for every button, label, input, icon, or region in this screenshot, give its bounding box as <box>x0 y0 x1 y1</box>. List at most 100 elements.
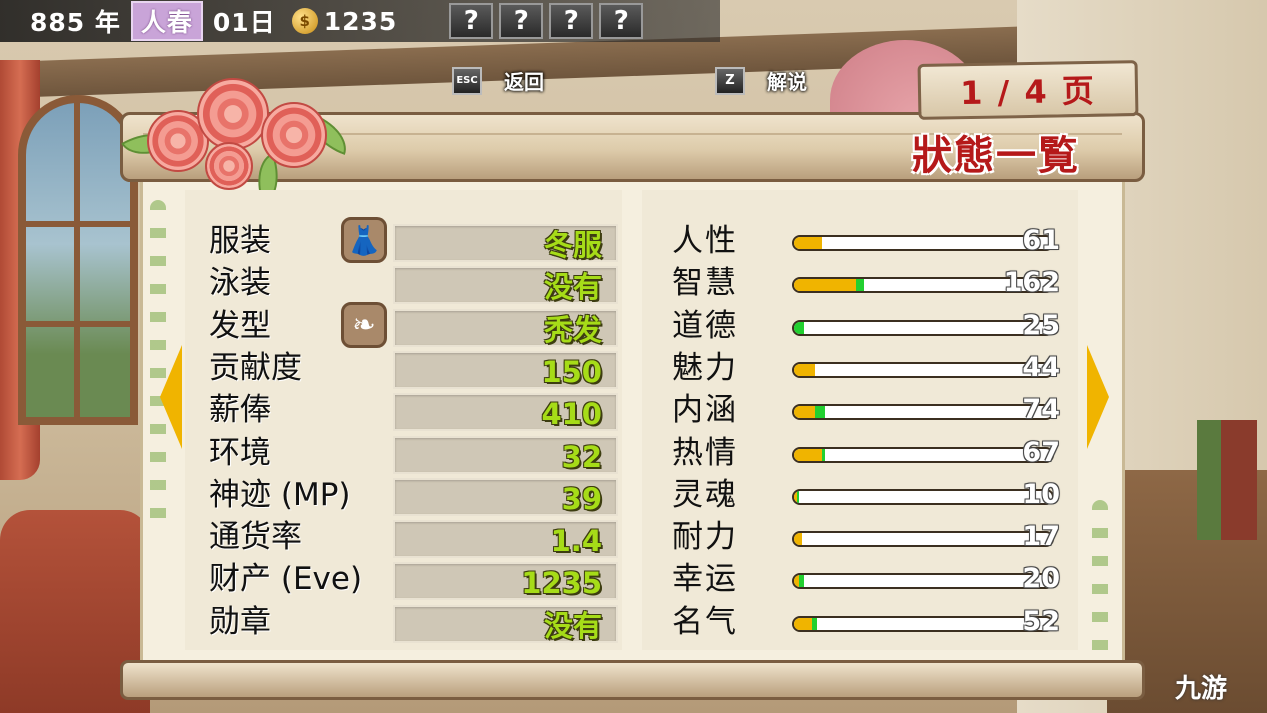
attribute-label: 耐力 <box>672 519 738 556</box>
attribute-fill <box>794 406 815 419</box>
hair-icon: ❧ <box>341 301 387 348</box>
stat-value-box: 没有 <box>393 266 618 305</box>
stat-row: 通货率 1.4 <box>185 516 622 559</box>
right-vine <box>1092 500 1108 660</box>
attribute-bonus-fill <box>822 448 825 461</box>
stat-value: 1.4 <box>550 524 602 559</box>
stat-row: 环境 32 <box>185 432 622 474</box>
stat-value-box: 39 <box>393 477 618 516</box>
gold-bag-icon: $ <box>291 8 318 34</box>
esc-key-icon: ESC <box>452 66 482 95</box>
attribute-value: 17 <box>1022 521 1060 553</box>
attribute-value: 44 <box>1022 351 1060 383</box>
stat-label: 泳装 <box>209 265 271 302</box>
attribute-bar <box>792 488 1054 505</box>
item-slots: ? ? ? ? <box>443 3 644 39</box>
attribute-bar <box>792 319 1054 336</box>
stat-value: 150 <box>541 354 602 389</box>
attribute-value: 67 <box>1022 436 1060 468</box>
attribute-label: 人性 <box>672 223 738 259</box>
stat-value: 没有 <box>543 608 602 643</box>
attribute-bar <box>792 531 1054 548</box>
stat-value-box: 没有 <box>393 604 618 643</box>
dress-icon: 👗 <box>341 217 387 263</box>
attribute-row: 耐力 17 <box>642 516 1078 558</box>
attribute-bonus-fill <box>855 279 864 292</box>
attribute-label: 魅力 <box>672 349 738 386</box>
stat-row: 服装 👗 冬服 <box>185 217 622 263</box>
back-label: 返回 <box>504 70 544 94</box>
stat-row: 财产 (Eve) 1235 <box>185 558 622 601</box>
attribute-row: 灵魂 10 <box>642 474 1078 516</box>
attribute-value: 162 <box>1003 267 1060 299</box>
attribute-value: 25 <box>1022 309 1060 341</box>
attribute-label: 内涵 <box>672 392 738 429</box>
stat-value-box: 秃发 <box>393 308 618 347</box>
stat-value: 冬服 <box>543 228 602 262</box>
stat-label: 环境 <box>209 434 271 471</box>
year-label: 885 年 <box>30 8 121 37</box>
stat-value: 秃发 <box>543 312 602 347</box>
item-slot-4[interactable]: ? <box>599 3 644 39</box>
attribute-bonus-fill <box>799 575 805 588</box>
attribute-fill <box>794 363 815 376</box>
attribute-row: 智慧 162 <box>642 262 1078 304</box>
attribute-bar <box>792 615 1054 632</box>
stat-value: 410 <box>541 397 602 432</box>
attribute-row: 魅力 44 <box>642 347 1078 389</box>
stat-label: 薪俸 <box>209 392 271 429</box>
stat-label: 通货率 <box>209 519 302 556</box>
attribute-value: 20 <box>1022 563 1060 595</box>
stat-value-box: 1.4 <box>393 520 618 559</box>
attribute-row: 热情 67 <box>642 432 1078 474</box>
attribute-fill <box>794 279 856 292</box>
stat-row: 泳装 没有 <box>185 262 622 305</box>
attribute-row: 幸运 20 <box>642 558 1078 600</box>
rose-bouquet-icon <box>121 60 355 206</box>
top-status-bar: 885 年 人春 01日 $ 1235 ? ? ? ? <box>0 0 720 42</box>
attribute-row: 内涵 74 <box>642 389 1078 431</box>
gold-amount: 1235 <box>323 6 398 36</box>
item-slot-3[interactable]: ? <box>549 3 594 39</box>
attribute-value: 74 <box>1022 394 1060 426</box>
z-key-icon: Z <box>715 66 745 95</box>
stat-label: 服装 <box>209 223 271 259</box>
attribute-bar <box>792 361 1054 378</box>
stat-value: 没有 <box>543 270 602 305</box>
attribute-bonus-fill <box>796 490 800 503</box>
attribute-bar <box>792 235 1054 251</box>
item-slot-2[interactable]: ? <box>499 3 544 39</box>
stat-row: 贡献度 150 <box>185 347 622 389</box>
stat-label: 神迹 (MP) <box>209 476 351 513</box>
attribute-bar <box>792 446 1054 463</box>
next-page-arrow-icon[interactable] <box>1087 345 1109 449</box>
attribute-row: 人性 61 <box>642 220 1078 262</box>
stat-label: 勋章 <box>209 603 271 640</box>
attribute-label: 幸运 <box>672 561 738 598</box>
right-stats-panel: 人性 61 智慧 162 道德 25 魅力 44 内涵 74 热情 67 灵魂 10 耐力 17 幸运 20 名气 5… <box>642 190 1078 650</box>
stat-label: 发型 <box>209 307 271 344</box>
stat-row: 勋章 没有 <box>185 601 622 643</box>
attribute-bar <box>792 404 1054 421</box>
attribute-row: 名气 52 <box>642 601 1078 643</box>
attribute-fill <box>794 237 823 249</box>
rose-icon <box>205 142 253 190</box>
rose-icon <box>197 78 269 150</box>
attribute-label: 道德 <box>672 307 738 344</box>
attribute-fill <box>794 448 823 461</box>
stat-value: 32 <box>561 439 602 474</box>
books <box>1197 420 1257 540</box>
stat-value-box: 410 <box>393 393 618 432</box>
attribute-bonus-fill <box>814 406 825 419</box>
attribute-value: 10 <box>1022 478 1060 510</box>
explain-hint[interactable]: Z 解说 <box>715 66 807 95</box>
attribute-label: 智慧 <box>672 265 738 302</box>
back-hint[interactable]: ESC 返回 <box>452 66 544 95</box>
prev-page-arrow-icon[interactable] <box>160 345 182 449</box>
attribute-fill <box>794 617 813 630</box>
page-indicator: 1 / 4 页 <box>917 60 1139 120</box>
stat-value-box: 150 <box>393 350 618 389</box>
item-slot-1[interactable]: ? <box>449 3 494 39</box>
attribute-label: 灵魂 <box>672 476 738 513</box>
attribute-value: 61 <box>1022 225 1060 256</box>
